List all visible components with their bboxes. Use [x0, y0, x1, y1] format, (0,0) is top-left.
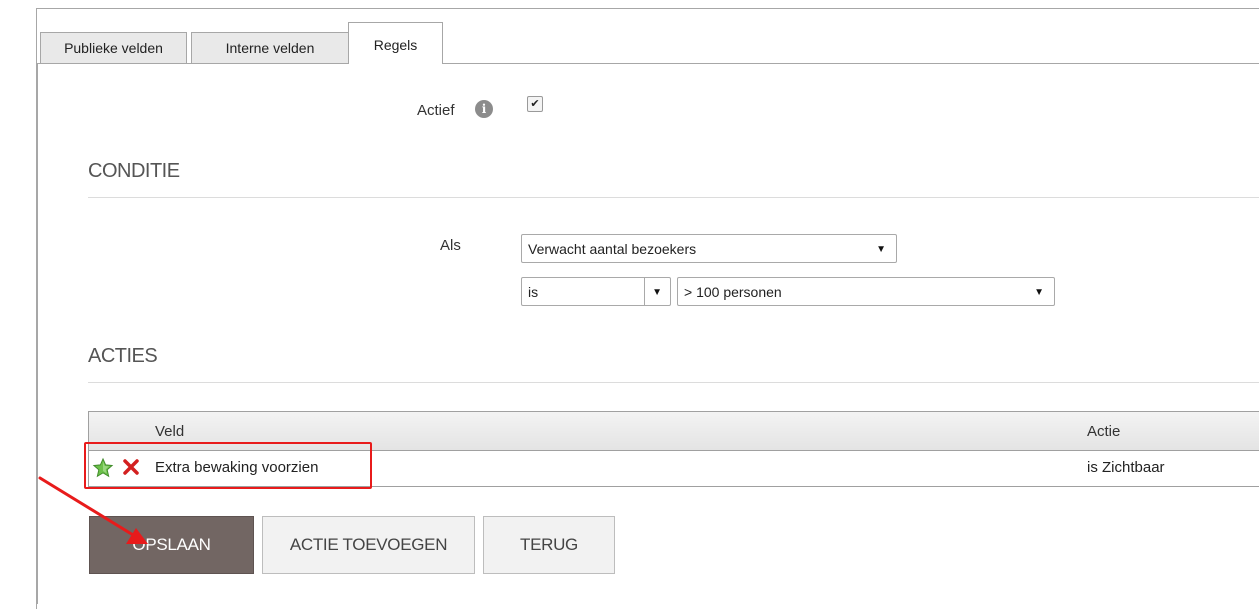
- acties-title: ACTIES: [88, 345, 158, 367]
- tab-interne-velden[interactable]: Interne velden: [191, 32, 349, 63]
- operator-select[interactable]: is ▼: [521, 277, 671, 306]
- actief-label: Actief: [417, 102, 455, 119]
- annotation-arrow-icon: [38, 476, 148, 544]
- tab-publieke-velden[interactable]: Publieke velden: [40, 32, 187, 63]
- chevron-down-icon: ▼: [876, 244, 886, 255]
- actief-checkbox[interactable]: ✔: [527, 96, 543, 112]
- field-select[interactable]: Verwacht aantal bezoekers ▼: [521, 234, 897, 263]
- back-button[interactable]: TERUG: [483, 516, 615, 574]
- value-select[interactable]: > 100 personen ▼: [677, 277, 1055, 306]
- value-select-value: > 100 personen: [684, 284, 782, 300]
- column-header-veld[interactable]: Veld: [155, 423, 184, 440]
- add-action-button[interactable]: ACTIE TOEVOEGEN: [262, 516, 475, 574]
- info-icon[interactable]: i: [475, 100, 493, 118]
- operator-select-value: is: [528, 284, 539, 300]
- als-label: Als: [440, 237, 461, 254]
- field-select-value: Verwacht aantal bezoekers: [528, 241, 697, 257]
- conditie-title: CONDITIE: [88, 160, 180, 182]
- acties-divider: [88, 382, 1259, 383]
- chevron-down-icon: ▼: [1034, 287, 1044, 298]
- column-header-actie[interactable]: Actie: [1087, 423, 1120, 440]
- tab-regels[interactable]: Regels: [348, 22, 443, 64]
- row-actie: is Zichtbaar: [1087, 459, 1165, 476]
- chevron-down-icon: ▼: [652, 287, 662, 298]
- conditie-divider: [88, 197, 1259, 198]
- select-divider: [644, 278, 645, 305]
